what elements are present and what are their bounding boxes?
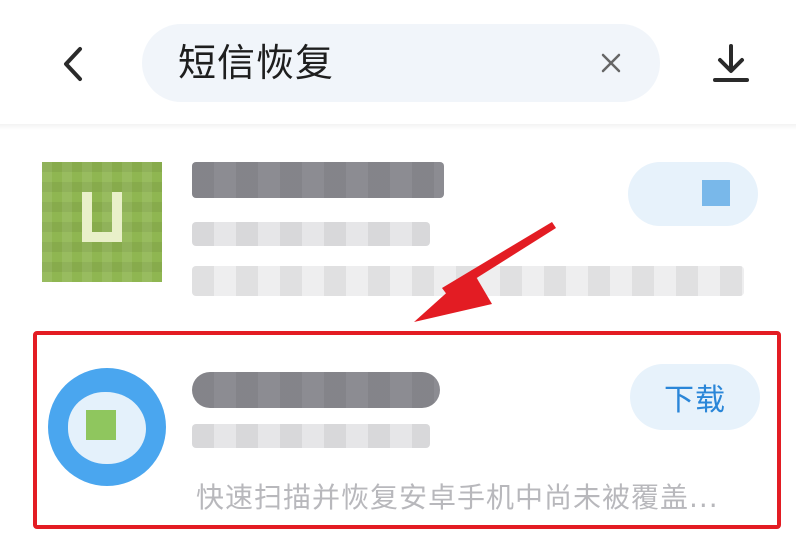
app-meta-obscured [192,222,430,246]
clear-search-button[interactable] [594,46,628,80]
download-manager-button[interactable] [702,34,760,92]
app-description-obscured [192,266,744,296]
app-icon-glyph [82,192,122,242]
button-glyph [702,180,730,206]
chevron-left-icon [64,47,82,81]
app-icon [42,162,162,282]
top-bar: 短信恢复 [0,0,796,124]
app-description: 快速扫描并恢复安卓手机中尚未被覆盖... [196,481,719,514]
back-button[interactable] [46,36,102,92]
download-button[interactable]: 下载 [630,364,760,430]
header-divider [0,124,796,130]
search-query-text: 短信恢复 [178,41,335,85]
list-item-highlighted[interactable]: 下载 快速扫描并恢复安卓手机中尚未被覆盖... [0,336,796,532]
app-icon [48,368,166,486]
app-meta-obscured [192,424,430,448]
close-icon [601,53,621,73]
app-icon-glyph [86,410,116,440]
download-icon [713,44,749,82]
app-title-obscured [192,372,440,408]
download-button-obscured[interactable] [628,162,758,226]
list-item[interactable] [0,138,796,318]
app-title-obscured [192,162,444,198]
search-input[interactable]: 短信恢复 [142,24,660,102]
